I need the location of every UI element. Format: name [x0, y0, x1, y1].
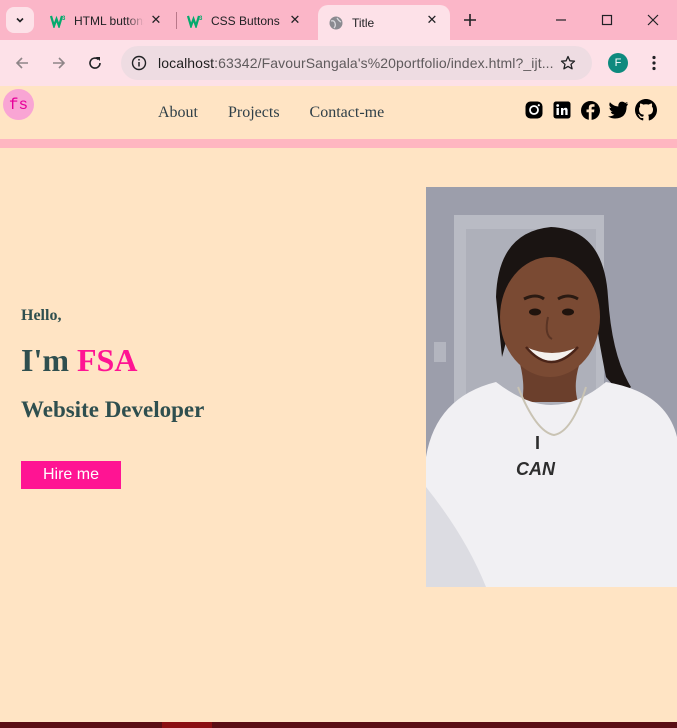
globe-icon	[328, 15, 344, 31]
shirt-text-line1: I	[535, 433, 540, 453]
minimize-icon	[556, 19, 566, 21]
reload-icon	[89, 57, 101, 69]
svg-text:3: 3	[62, 16, 66, 22]
arrow-left-icon	[15, 57, 28, 69]
facebook-icon[interactable]	[579, 98, 601, 122]
github-icon[interactable]	[635, 98, 657, 122]
forward-button[interactable]	[47, 51, 71, 75]
header-divider	[0, 139, 677, 148]
tab-css-buttons[interactable]: 3 CSS Buttons ✕	[179, 5, 313, 36]
hero-role: Website Developer	[21, 397, 205, 422]
tab-title: CSS Buttons	[211, 13, 280, 28]
close-window-button[interactable]	[641, 10, 665, 30]
plus-icon	[464, 14, 476, 26]
twitter-icon[interactable]	[607, 98, 629, 122]
hero-greeting: Hello,	[21, 307, 62, 324]
profile-photo: I CAN	[426, 187, 677, 587]
maximize-button[interactable]	[595, 10, 619, 30]
hero-intro-prefix: I'm	[21, 342, 77, 378]
site-header: fs About Projects Contact-me	[0, 86, 677, 139]
kebab-menu-icon	[652, 55, 656, 71]
main-nav: About Projects Contact-me	[158, 104, 384, 122]
browser-toolbar: localhost:63342/FavourSangala's%20portfo…	[0, 40, 677, 86]
taskbar-segment	[162, 722, 212, 728]
nav-link-contact[interactable]: Contact-me	[310, 104, 385, 122]
taskbar-strip	[0, 722, 677, 728]
site-logo[interactable]: fs	[3, 89, 34, 120]
tab-strip: 3 HTML buttons ✕ 3 CSS Buttons ✕ Title ✕	[0, 0, 677, 40]
tab-search-button[interactable]	[6, 7, 34, 33]
portfolio-page: fs About Projects Contact-me Hello, I'm …	[0, 86, 677, 728]
url-text[interactable]: localhost:63342/FavourSangala's%20portfo…	[158, 55, 554, 71]
site-info-icon[interactable]	[129, 53, 149, 73]
url-path: :63342/FavourSangala's%20portfolio/index…	[214, 55, 554, 71]
close-icon	[647, 14, 659, 26]
reload-button[interactable]	[83, 51, 107, 75]
tab-title-active[interactable]: Title ✕	[318, 5, 450, 40]
tab-title: HTML buttons	[74, 13, 144, 28]
instagram-icon[interactable]	[523, 98, 545, 122]
nav-link-projects[interactable]: Projects	[228, 104, 280, 122]
maximize-icon	[601, 14, 613, 26]
profile-avatar[interactable]: F	[608, 53, 628, 73]
chevron-down-icon	[16, 17, 24, 23]
close-tab-icon[interactable]: ✕	[287, 12, 303, 28]
close-tab-icon[interactable]: ✕	[424, 12, 440, 28]
address-bar[interactable]: localhost:63342/FavourSangala's%20portfo…	[121, 46, 592, 80]
tab-html-buttons[interactable]: 3 HTML buttons ✕	[40, 5, 174, 36]
w3schools-icon: 3	[187, 13, 203, 29]
hire-me-button[interactable]: Hire me	[21, 461, 121, 489]
new-tab-button[interactable]	[458, 10, 482, 30]
shirt-text-line2: CAN	[516, 459, 556, 479]
arrow-right-icon	[53, 57, 66, 69]
url-host: localhost	[158, 55, 215, 71]
tab-separator	[176, 12, 177, 29]
svg-text:3: 3	[199, 16, 203, 22]
hero-name: FSA	[77, 342, 138, 378]
nav-link-about[interactable]: About	[158, 104, 198, 122]
w3schools-icon: 3	[50, 13, 66, 29]
browser-menu-button[interactable]	[642, 51, 666, 75]
bookmark-star-icon[interactable]	[558, 53, 578, 73]
minimize-button[interactable]	[549, 10, 573, 30]
social-links	[523, 98, 657, 122]
back-button[interactable]	[10, 51, 34, 75]
tab-title: Title	[352, 15, 375, 30]
linkedin-icon[interactable]	[551, 98, 573, 122]
close-tab-icon[interactable]: ✕	[148, 12, 164, 28]
hero-intro: I'm FSA	[21, 342, 137, 379]
